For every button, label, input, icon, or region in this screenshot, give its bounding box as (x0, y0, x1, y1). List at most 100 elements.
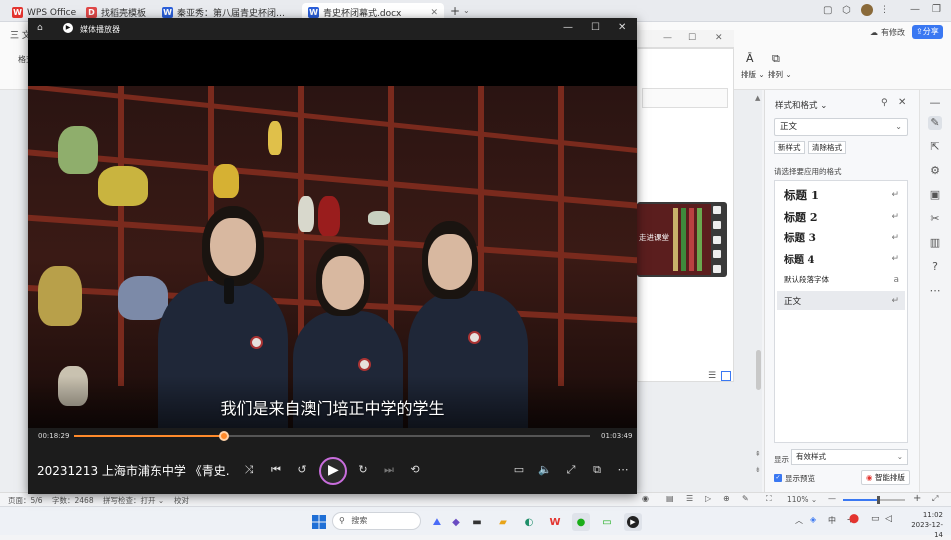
zoom-slider[interactable] (843, 496, 905, 504)
proofread[interactable]: 校对 (174, 495, 189, 506)
current-style-select[interactable]: 正文 ⌄ (774, 118, 908, 136)
layout-icon[interactable]: ▢ (823, 5, 832, 16)
wps-taskbar-icon[interactable]: W (546, 513, 564, 531)
close-icon[interactable]: ✕ (618, 22, 626, 33)
show-filter-select[interactable]: 有效样式 ⌄ (791, 449, 908, 465)
book-icon[interactable]: ▥ (928, 236, 942, 250)
property-icon[interactable]: ⚙ (928, 164, 942, 178)
clock[interactable]: 11:02 2023-12-14 (903, 510, 943, 540)
tray-wps-icon[interactable]: ⬤ (849, 514, 859, 524)
word-count[interactable]: 字数：2468 (52, 495, 94, 506)
style-item-heading1[interactable]: 标题 1 ↵ (777, 185, 905, 204)
zoom-in-button[interactable]: + (913, 493, 921, 504)
web-view-icon[interactable]: ⊕ (723, 494, 730, 503)
seek-bar[interactable] (74, 431, 590, 441)
widget-icon[interactable]: ⛰ (428, 513, 446, 531)
wechat-icon[interactable]: ● (572, 513, 590, 531)
doc-scrollbar[interactable]: ▲ ⇞ ⇟ (755, 90, 763, 492)
pin-icon[interactable]: ⚲ (881, 98, 888, 108)
chevron-up-icon[interactable]: ︿ (795, 515, 803, 526)
windows-start-icon[interactable] (310, 513, 328, 531)
new-style-button[interactable]: 新样式 (774, 141, 805, 154)
next-icon[interactable]: ⏭ (380, 461, 398, 479)
fullscreen-icon[interactable]: ⤢ (562, 461, 580, 479)
more-icon[interactable]: ⋮ (880, 5, 889, 15)
scroll-page-down-icon[interactable]: ⇟ (755, 466, 761, 474)
scrollbar-thumb[interactable] (756, 350, 761, 390)
ime-indicator[interactable]: 中 (828, 515, 836, 526)
page-view-icon[interactable]: ▤ (666, 494, 674, 503)
play-button[interactable]: ▶ (319, 457, 347, 485)
style-item-body[interactable]: 正文 ↵ (777, 291, 905, 310)
file-explorer-icon[interactable]: ▰ (494, 513, 512, 531)
app-icon[interactable]: ◆ (447, 513, 465, 531)
minimize-icon[interactable]: — (663, 33, 672, 43)
video-thumbnail[interactable]: 走进课堂 (637, 202, 727, 277)
chevron-down-icon[interactable]: ⌄ (463, 6, 470, 15)
close-icon[interactable]: ✕ (430, 8, 438, 18)
screen-icon[interactable]: ▭ (598, 513, 616, 531)
scroll-up-icon[interactable]: ▲ (755, 94, 760, 102)
share-button[interactable]: ⇪分享 (912, 25, 943, 39)
clear-format-button[interactable]: 清除格式 (808, 141, 846, 154)
minimize-icon[interactable]: — (910, 4, 920, 15)
new-tab-button[interactable]: + (450, 4, 460, 18)
speaker-icon[interactable]: ◁ (885, 514, 892, 524)
layout-tool-icon[interactable]: Ā (746, 52, 754, 65)
more-icon[interactable]: ⋯ (928, 284, 942, 298)
arrange-tool-icon[interactable]: ⧉ (772, 52, 780, 66)
image-tool-icon[interactable]: ▣ (928, 188, 942, 202)
repeat-off-icon[interactable]: ⟲ (406, 461, 424, 479)
play-view-icon[interactable]: ▷ (705, 494, 711, 503)
task-view-icon[interactable]: ▬ (468, 513, 486, 531)
taskbar-search[interactable]: ⚲ 搜索 (332, 512, 421, 530)
arrange-button[interactable]: 排列 ⌄ (768, 69, 792, 80)
page-indicator[interactable]: 页面：5/6 (8, 495, 43, 506)
maximize-icon[interactable]: ☐ (688, 33, 696, 43)
media-player-taskbar-icon[interactable]: ▶ (624, 513, 642, 531)
close-icon[interactable]: ✕ (715, 33, 723, 43)
avatar[interactable] (861, 4, 873, 16)
edit-view-icon[interactable]: ✎ (742, 494, 749, 503)
more-options-icon[interactable]: ⋯ (614, 461, 632, 479)
seek-bar-knob[interactable] (218, 431, 229, 441)
tools-icon[interactable]: ✂ (928, 212, 942, 226)
spell-check[interactable]: 拼写检查：打开 ⌄ (103, 495, 164, 506)
scroll-page-up-icon[interactable]: ⇞ (755, 450, 761, 458)
style-item-heading2[interactable]: 标题 2 ↵ (777, 207, 905, 226)
chevron-down-icon[interactable]: ⌄ (820, 101, 827, 111)
shuffle-icon[interactable]: ⤨ (240, 461, 258, 479)
miniplayer-icon[interactable]: ▭ (510, 461, 528, 479)
zoom-slider-knob[interactable] (877, 496, 881, 504)
fullscreen-icon[interactable]: ⤢ (932, 494, 938, 504)
close-icon[interactable]: ✕ (898, 97, 906, 108)
collapse-icon[interactable]: — (928, 96, 942, 110)
volume-icon[interactable]: 🔈 (536, 461, 554, 479)
zoom-select[interactable]: 110% ⌄ (787, 495, 817, 504)
previous-icon[interactable]: ⏮ (267, 461, 285, 479)
outline-view-icon[interactable]: ☰ (686, 494, 693, 503)
select-icon[interactable]: ⇱ (928, 140, 942, 154)
cube-icon[interactable]: ⬡ (842, 5, 851, 16)
edge-browser-icon[interactable]: ◐ (520, 513, 538, 531)
cast-icon[interactable]: ⧉ (588, 461, 606, 479)
home-icon[interactable]: ⌂ (37, 23, 43, 33)
list-view-icon[interactable]: ☰ (708, 371, 716, 381)
style-item-default-font[interactable]: 默认段落字体 a (777, 270, 905, 289)
style-pen-icon[interactable]: ✎ (928, 116, 942, 130)
rewind-10-icon[interactable]: ↺ (293, 461, 311, 479)
layout-button[interactable]: 排版 ⌄ (741, 69, 765, 80)
smart-layout-button[interactable]: ◉ 智能排版 (861, 470, 910, 485)
zoom-out-button[interactable]: — (828, 494, 836, 503)
style-item-heading4[interactable]: 标题 4 ↵ (777, 249, 905, 268)
restore-icon[interactable]: ❐ (932, 4, 941, 15)
changes-button[interactable]: ☁ 有修改 (870, 27, 905, 38)
background-input[interactable] (642, 88, 728, 108)
preview-checkbox[interactable]: ✓ (774, 474, 782, 482)
eye-icon[interactable]: ◉ (642, 494, 649, 503)
forward-30-icon[interactable]: ↻ (354, 461, 372, 479)
tray-app-icon[interactable]: ◈ (810, 515, 816, 524)
network-icon[interactable]: ▭ (871, 514, 880, 524)
minimize-icon[interactable]: — (563, 22, 573, 33)
style-item-heading3[interactable]: 标题 3 ↵ (777, 228, 905, 247)
